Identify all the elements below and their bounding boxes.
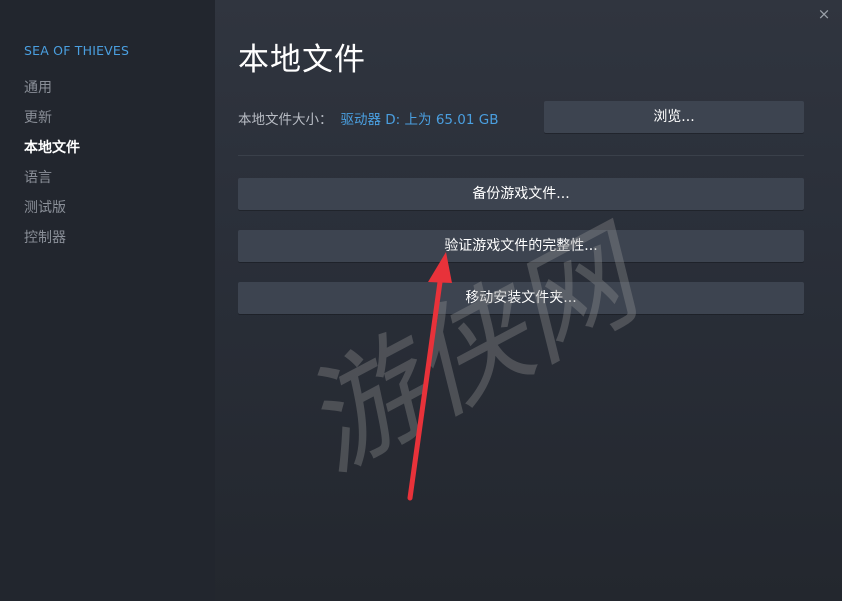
sidebar-item-local-files[interactable]: 本地文件 [24, 137, 80, 167]
sidebar-item-updates[interactable]: 更新 [24, 107, 80, 137]
main-panel: × 本地文件 本地文件大小： 驱动器 D: 上为 65.01 GB 浏览... 备… [215, 0, 842, 601]
sidebar-item-language[interactable]: 语言 [24, 167, 80, 197]
divider [238, 155, 804, 156]
sidebar-item-general[interactable]: 通用 [24, 77, 80, 107]
verify-integrity-button[interactable]: 验证游戏文件的完整性... [238, 230, 804, 262]
local-file-size-label: 本地文件大小： [238, 112, 333, 128]
sidebar: SEA OF THIEVES 通用 更新 本地文件 语言 测试版 控制器 [0, 0, 215, 601]
sidebar-item-betas[interactable]: 测试版 [24, 197, 80, 227]
close-icon[interactable]: × [814, 4, 834, 24]
page-title: 本地文件 [238, 42, 366, 78]
sidebar-item-controller[interactable]: 控制器 [24, 227, 80, 257]
properties-window: SEA OF THIEVES 通用 更新 本地文件 语言 测试版 控制器 × 本… [0, 0, 842, 601]
move-install-folder-button[interactable]: 移动安装文件夹... [238, 282, 804, 314]
game-title: SEA OF THIEVES [24, 43, 130, 58]
browse-button[interactable]: 浏览... [544, 101, 804, 133]
drive-size-link[interactable]: 驱动器 D: 上为 65.01 GB [341, 112, 499, 128]
backup-game-files-button[interactable]: 备份游戏文件... [238, 178, 804, 210]
sidebar-nav: 通用 更新 本地文件 语言 测试版 控制器 [24, 77, 80, 257]
local-file-size-row: 本地文件大小： 驱动器 D: 上为 65.01 GB [238, 108, 498, 128]
